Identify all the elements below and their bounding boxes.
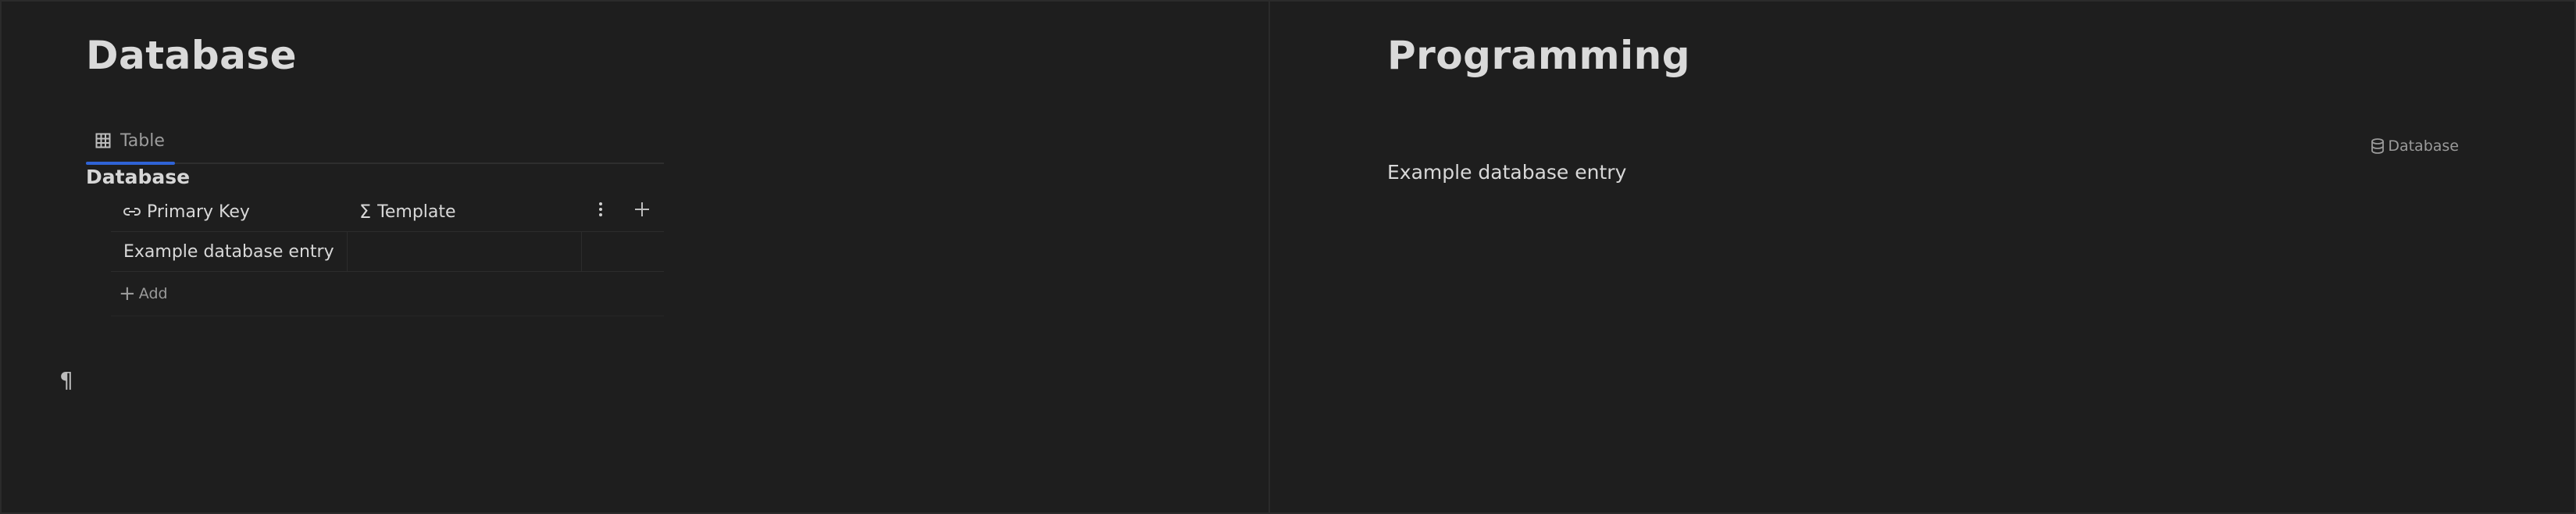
- tab-label: Table: [120, 130, 165, 151]
- plus-icon: +: [119, 282, 136, 305]
- view-tabs: Table: [86, 119, 664, 165]
- page-title: Programming: [1387, 33, 1691, 78]
- entry-text: Example database entry: [1387, 161, 1627, 184]
- table-header-row: Primary Key Σ Template: [111, 192, 664, 232]
- left-pane: Database Table Database Primary Key Σ Te…: [2, 2, 1270, 512]
- database-icon: [2371, 138, 2388, 154]
- column-menu-button[interactable]: [581, 192, 620, 231]
- table-icon: [95, 133, 111, 148]
- add-column-button[interactable]: [620, 192, 664, 231]
- empty-cell: [581, 232, 620, 271]
- active-tab-indicator: [86, 162, 175, 165]
- database-badge-label: Database: [2388, 137, 2459, 155]
- primary-key-cell[interactable]: Example database entry: [111, 232, 347, 271]
- table-row[interactable]: Example database entry: [111, 232, 664, 272]
- paragraph-handle-icon[interactable]: ¶: [59, 367, 73, 393]
- right-pane: Programming Database Example database en…: [1272, 2, 2576, 512]
- database-badge[interactable]: Database: [2371, 137, 2459, 155]
- column-header-label: Template: [377, 202, 456, 222]
- add-row-label: Add: [138, 285, 168, 302]
- add-row-button[interactable]: + Add: [111, 272, 664, 316]
- empty-cell: [620, 232, 664, 271]
- database-heading: Database: [86, 166, 191, 188]
- tab-table[interactable]: Table: [86, 119, 175, 165]
- vertical-ellipsis-icon: [598, 202, 603, 222]
- database-table: Primary Key Σ Template Example database …: [111, 192, 664, 316]
- page-title: Database: [86, 33, 298, 78]
- column-header-template[interactable]: Σ Template: [347, 192, 581, 231]
- column-header-label: Primary Key: [147, 202, 250, 222]
- link-icon: [123, 206, 141, 217]
- app-window: Database Table Database Primary Key Σ Te…: [0, 0, 2576, 514]
- sigma-icon: Σ: [359, 201, 372, 223]
- column-header-primary-key[interactable]: Primary Key: [111, 192, 347, 231]
- template-cell[interactable]: [347, 232, 581, 271]
- plus-icon: [633, 201, 651, 223]
